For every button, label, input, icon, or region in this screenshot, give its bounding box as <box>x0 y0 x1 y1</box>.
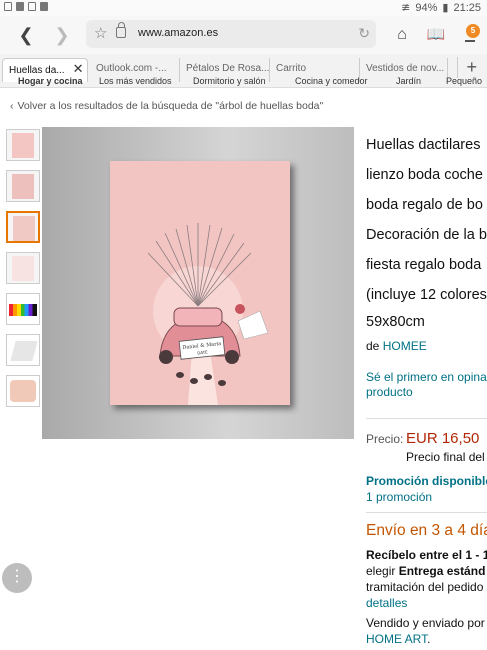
notification-icons <box>4 2 48 11</box>
home-icon[interactable]: ⌂ <box>390 23 414 47</box>
browser-toolbar: ❮ ❯ ☆ www.amazon.es ↻ ⌂ 📖 5 <box>0 16 487 54</box>
subnav-item[interactable]: Cocina y comedor <box>295 76 368 86</box>
product-size: 59x80cm <box>366 314 425 330</box>
tab-label: Huellas da... <box>9 65 65 76</box>
delivery-processing: tramitación del pedido <box>366 580 484 594</box>
notification-icon <box>40 2 48 11</box>
thumbnail[interactable] <box>6 129 40 161</box>
lock-icon <box>116 22 126 38</box>
product-title-line: Huellas dactilares <box>366 137 481 153</box>
brand-byline: de HOMEE <box>366 339 427 353</box>
price: EUR 16,50 <box>406 430 480 447</box>
product-main-image[interactable]: Daniel & Maria DATE <box>42 127 354 439</box>
sold-by-text: Vendido y enviado por <box>366 616 485 630</box>
menu-icon[interactable] <box>465 40 475 42</box>
bookmark-star-icon[interactable]: ☆ <box>94 24 107 42</box>
delivery-option-line: elegir Entrega estánd <box>366 563 487 579</box>
reload-icon[interactable]: ↻ <box>358 25 370 42</box>
divider <box>366 512 487 513</box>
url-bar[interactable]: ☆ www.amazon.es ↻ <box>86 20 376 48</box>
details-link[interactable]: detalles <box>366 595 487 611</box>
product-title-line: Decoración de la b <box>366 227 487 243</box>
thumbnail-image <box>13 216 35 241</box>
back-arrow-icon[interactable]: ❮ <box>14 23 38 47</box>
thumbnail-image <box>12 133 34 158</box>
product-title: Huellas dactilares lienzo boda coche bod… <box>366 130 487 310</box>
status-bar: ≇ 94% ▮ 21:25 <box>0 0 487 16</box>
clock: 21:25 <box>453 1 481 14</box>
shipping-estimate: Envío en 3 a 4 día <box>366 522 487 539</box>
canvas-back-image <box>10 341 38 361</box>
back-to-results-link[interactable]: ‹ Volver a los resultados de la búsqueda … <box>10 100 323 112</box>
wedding-car-illustration: Daniel & Maria DATE <box>110 161 290 405</box>
product-title-line: fiesta regalo boda <box>366 257 482 273</box>
write-review-link[interactable]: Sé el primero en opina producto <box>366 370 487 400</box>
tab-count-badge[interactable]: 5 <box>466 24 480 38</box>
subnav-item[interactable]: Dormitorio y salón <box>193 76 266 86</box>
divider <box>366 418 487 419</box>
thumbnail[interactable] <box>6 293 40 325</box>
delivery-details: Recíbelo entre el 1 - 1 elegir Entrega e… <box>366 547 487 647</box>
price-final-note: Precio final del <box>406 450 485 464</box>
seller-link[interactable]: HOME ART <box>366 632 427 646</box>
subnav-item[interactable]: Los más vendidos <box>99 76 172 86</box>
brand-link[interactable]: HOMEE <box>383 339 427 353</box>
wifi-icon: ≇ <box>401 2 411 14</box>
breadcrumb-text: Volver a los resultados de la búsqueda d… <box>17 100 324 112</box>
ink-pads-image <box>9 304 37 316</box>
new-tab-icon[interactable]: + <box>457 57 477 78</box>
review-link-line[interactable]: Sé el primero en opina <box>366 370 487 385</box>
amazon-subnav: Hogar y cocina Los más vendidos Dormitor… <box>0 76 487 88</box>
more-options-icon[interactable]: ⋮ <box>2 563 32 593</box>
hand-image <box>10 380 36 402</box>
url-text[interactable]: www.amazon.es <box>138 27 218 39</box>
tab-label: Carrito <box>276 63 307 74</box>
thumbnail[interactable] <box>6 334 40 366</box>
product-title-line: boda regalo de bo <box>366 197 483 213</box>
delivery-window: Recíbelo entre el 1 - 1 <box>366 548 487 562</box>
subnav-item[interactable]: Jardín <box>396 76 421 86</box>
thumbnail-selected[interactable] <box>6 211 40 243</box>
forward-arrow-icon[interactable]: ❯ <box>50 23 74 47</box>
thumbnail-image <box>12 256 34 281</box>
reader-mode-icon[interactable]: 📖 <box>424 23 448 47</box>
price-label: Precio: <box>366 432 404 446</box>
notification-icon <box>16 2 24 11</box>
wedding-canvas-artwork: Daniel & Maria DATE <box>110 161 290 405</box>
thumbnail[interactable] <box>6 252 40 284</box>
seller-line: HOME ART. <box>366 631 487 647</box>
thumbnail-image <box>12 174 34 199</box>
battery-icon: ▮ <box>442 2 449 14</box>
battery-level: 94% <box>415 1 438 14</box>
thumbnail[interactable] <box>6 170 40 202</box>
seller-line-end: . <box>427 632 431 646</box>
promotion-title[interactable]: Promoción disponible <box>366 474 487 488</box>
tab-label: Pétalos De Rosa... <box>186 63 270 74</box>
promotion-count-link[interactable]: 1 promoción <box>366 490 432 504</box>
brand-prefix: de <box>366 339 380 353</box>
tab-label: Vestidos de nov... <box>366 63 445 74</box>
close-tab-icon[interactable]: ✕ <box>73 61 84 76</box>
chevron-left-icon: ‹ <box>10 100 14 112</box>
product-title-line: (incluye 12 colores <box>366 287 487 303</box>
tab-label: Outlook.com -... <box>96 63 167 74</box>
notification-icon <box>4 2 12 11</box>
delivery-option-prefix: elegir <box>366 564 396 578</box>
notification-icon <box>28 2 36 11</box>
thumbnail[interactable] <box>6 375 40 407</box>
product-title-line: lienzo boda coche <box>366 167 483 183</box>
review-link-line[interactable]: producto <box>366 385 487 400</box>
subnav-item[interactable]: Pequeño <box>446 76 482 86</box>
delivery-option-name: Entrega estánd <box>398 564 486 578</box>
subnav-item[interactable]: Hogar y cocina <box>18 76 83 86</box>
